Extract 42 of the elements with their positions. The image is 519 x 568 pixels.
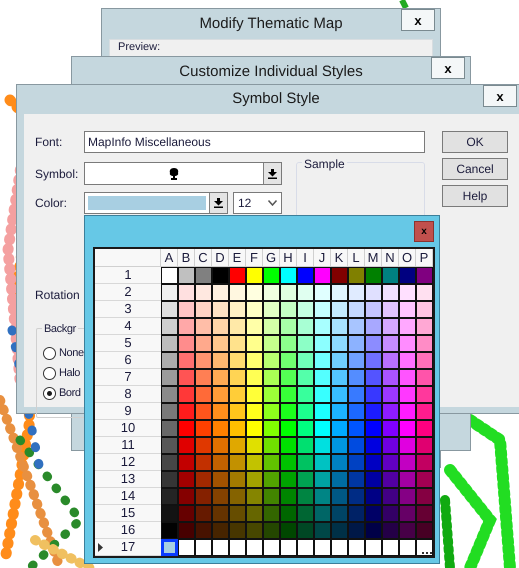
window-title: Modify Thematic Map (199, 14, 343, 34)
window-title: Symbol Style (232, 89, 320, 110)
row-header: 4 (95, 318, 161, 335)
column-header: H (280, 249, 297, 267)
row-header: 2 (95, 284, 161, 301)
row-header: 3 (95, 301, 161, 318)
column-header: G (263, 249, 280, 267)
column-header: J (314, 249, 331, 267)
column-header: A (161, 249, 178, 267)
row-header: 14 (95, 488, 161, 505)
group-label: Backgr (42, 321, 78, 338)
row-header: 1 (95, 267, 161, 284)
window-title: Customize Individual Styles (179, 62, 363, 82)
field-label: Color: (35, 195, 68, 212)
column-header: P (416, 249, 433, 267)
row-header: 6 (95, 352, 161, 369)
row-header: 5 (95, 335, 161, 352)
row-header: 13 (95, 471, 161, 488)
column-header: I (297, 249, 314, 267)
row-header: 17 (95, 539, 161, 556)
row-header: 11 (95, 437, 161, 454)
row-header: 9 (95, 403, 161, 420)
column-header: O (399, 249, 416, 267)
row-header: 15 (95, 505, 161, 522)
column-header: N (382, 249, 399, 267)
field-label: Font: (35, 134, 64, 151)
column-header: F (246, 249, 263, 267)
column-header: E (229, 249, 246, 267)
column-header: L (348, 249, 365, 267)
column-header: C (195, 249, 212, 267)
row-header: 10 (95, 420, 161, 437)
row-header: 8 (95, 386, 161, 403)
row-header: 7 (95, 369, 161, 386)
preview-label: Preview: (118, 41, 160, 54)
column-header: B (178, 249, 195, 267)
field-label: Rotation (35, 287, 80, 304)
column-header: M (365, 249, 382, 267)
row-header: 16 (95, 522, 161, 539)
column-header: D (212, 249, 229, 267)
field-label: Symbol: (35, 166, 80, 182)
column-header: K (331, 249, 348, 267)
row-header: 12 (95, 454, 161, 471)
